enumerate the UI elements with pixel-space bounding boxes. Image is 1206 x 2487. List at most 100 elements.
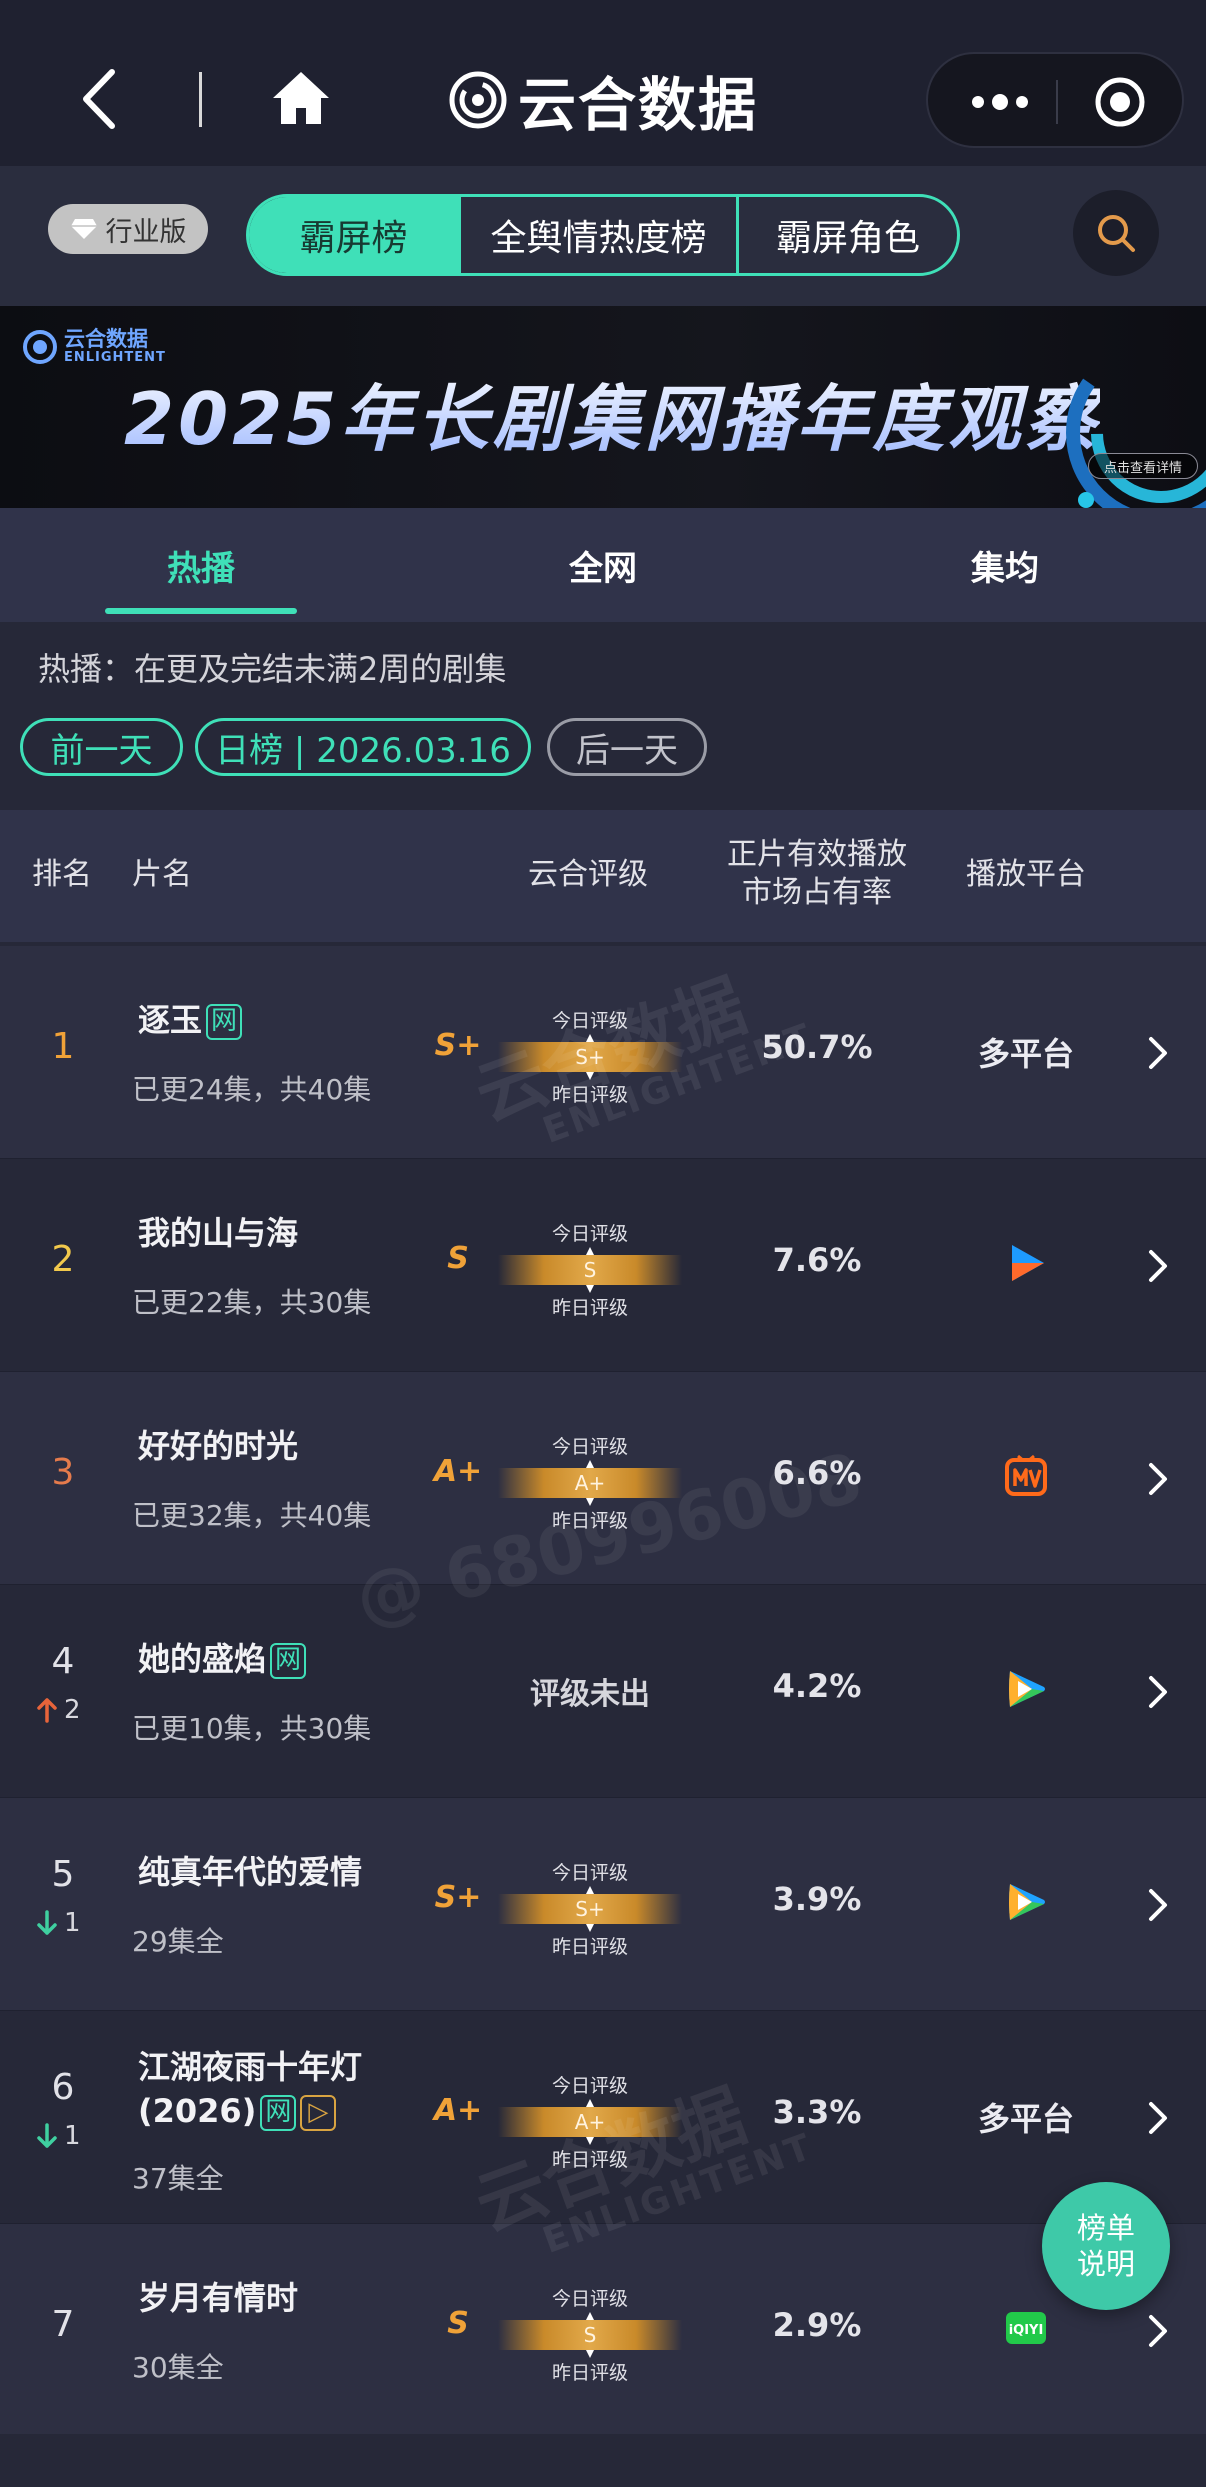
chevron-right-icon[interactable] xyxy=(1146,1886,1170,1924)
table-row[interactable]: 2 我的山与海 已更22集，共30集 S 今日评级 S 昨日评级 7.6% xyxy=(0,1159,1206,1372)
rank-number: 4 xyxy=(51,1641,75,1682)
grade-letter: A+ xyxy=(433,2093,483,2128)
target-circle-icon[interactable] xyxy=(1094,76,1146,128)
show-title-block[interactable]: 好好的时光 xyxy=(138,1424,398,1468)
prev-day-button[interactable]: 前一天 xyxy=(20,718,183,776)
trend-down-icon xyxy=(37,2123,57,2148)
grade-yesterday-label: 昨日评级 xyxy=(551,2149,628,2171)
rank-trend: 2 xyxy=(36,1695,96,1725)
grade-comparison: 今日评级 S+ 昨日评级 xyxy=(498,1006,682,1106)
more-dots-icon[interactable] xyxy=(970,88,1030,116)
platform-cell xyxy=(946,1227,1106,1303)
app-title-group: 云合数据 xyxy=(448,62,758,139)
table-row[interactable]: 6 1 江湖夜雨十年灯(2026) 网 ▷ 37集全 A+ 今日评级 A+ 昨日评级 3.3% 多平台 xyxy=(0,2011,1206,2224)
table-row[interactable]: 7 岁月有情时 30集全 S 今日评级 S 昨日评级 2.9% iQIYI xyxy=(0,2224,1206,2437)
table-row[interactable]: 5 1 纯真年代的爱情 29集全 S+ 今日评级 S+ 昨日评级 3.9% xyxy=(0,1798,1206,2011)
show-title-block[interactable]: 江湖夜雨十年灯(2026) 网 ▷ xyxy=(138,2045,398,2133)
episode-info: 29集全 xyxy=(132,1925,224,1958)
market-share: 6.6% xyxy=(772,1454,862,1492)
grade-bar: S xyxy=(498,1247,682,1293)
show-title-block[interactable]: 她的盛焰网 xyxy=(138,1637,398,1681)
topbar-divider xyxy=(199,72,202,127)
chevron-right-icon[interactable] xyxy=(1146,1460,1170,1498)
grade-letter: S+ xyxy=(434,1880,482,1915)
show-title: 我的山与海 xyxy=(138,1214,299,1252)
chevron-right-icon[interactable] xyxy=(1146,1673,1170,1711)
grade-today-label: 今日评级 xyxy=(551,1223,628,1245)
bottom-edge xyxy=(0,2434,1206,2487)
tencent-video-icon xyxy=(1004,1880,1048,1928)
table-row[interactable]: 1 逐玉网已更24集，共40集 S+ 今日评级 S+ 昨日评级 50.7% 多平台 xyxy=(0,946,1206,1159)
tab-per-episode[interactable]: 集均 xyxy=(804,508,1206,622)
show-title-block[interactable]: 岁月有情时 xyxy=(138,2276,398,2320)
show-title-block[interactable]: 纯真年代的爱情 xyxy=(138,1850,398,1894)
tab-active-indicator xyxy=(105,608,297,614)
trend-down-icon xyxy=(37,1910,57,1935)
grade-letter: S xyxy=(447,2306,469,2341)
search-icon xyxy=(1098,215,1135,252)
platform-label: 多平台 xyxy=(977,1035,1074,1073)
grade-comparison: 今日评级 S 昨日评级 xyxy=(498,2284,682,2384)
date-selector[interactable]: 日榜 | 2026.03.16 xyxy=(195,718,531,776)
banner-logo-icon xyxy=(23,329,57,364)
rank-change: 1 xyxy=(64,2121,81,2151)
mango-tv-icon xyxy=(1004,1454,1048,1502)
header-share-line1: 正片有效播放 xyxy=(727,837,907,872)
iqiyi-icon: iQIYI xyxy=(1004,2306,1048,2354)
platform-cell xyxy=(946,1653,1106,1729)
table-row[interactable]: 4 2 她的盛焰网已更10集，共30集 评级未出 4.2% xyxy=(0,1585,1206,1798)
search-button[interactable] xyxy=(1073,190,1159,276)
rank-trend: 1 xyxy=(36,2121,96,2151)
tab-all-network[interactable]: 全网 xyxy=(402,508,804,622)
list-explanation-button[interactable]: 榜单 说明 xyxy=(1042,2182,1170,2310)
chevron-right-icon[interactable] xyxy=(1146,1034,1170,1072)
grade-bar: A+ xyxy=(498,2099,682,2145)
web-drama-tag: 网 xyxy=(260,2095,297,2131)
grade-today-label: 今日评级 xyxy=(551,1010,628,1032)
grade-today-label: 今日评级 xyxy=(551,1436,628,1458)
next-day-button[interactable]: 后一天 xyxy=(547,718,707,776)
rank-number: 2 xyxy=(51,1239,75,1280)
banner-cta[interactable]: 点击查看详情 xyxy=(1088,453,1198,479)
list-explanation-line2: 说明 xyxy=(1076,2247,1135,2281)
grade-comparison: 今日评级 A+ 昨日评级 xyxy=(498,1432,682,1532)
home-button[interactable] xyxy=(270,68,332,128)
rank-number: 6 xyxy=(51,2067,75,2108)
filter-row: 行业版 霸屏榜 全舆情热度榜 霸屏角色 xyxy=(0,166,1206,306)
segment-bapingbang[interactable]: 霸屏榜 xyxy=(249,197,461,273)
grade-today-label: 今日评级 xyxy=(551,1862,628,1884)
web-drama-tag: 网 xyxy=(270,1643,307,1679)
market-share: 50.7% xyxy=(761,1028,873,1066)
annual-report-banner[interactable]: 云合数据 ENLIGHTENT 2025年长剧集网播年度观察 点击查看详情 xyxy=(0,306,1206,508)
tab-hot[interactable]: 热播 xyxy=(0,508,402,622)
svg-text:iQIYI: iQIYI xyxy=(1009,2323,1044,2338)
episode-info: 已更32集，共40集 xyxy=(132,1499,372,1532)
grade-today-label: 今日评级 xyxy=(551,2288,628,2310)
ranking-list: 1 逐玉网已更24集，共40集 S+ 今日评级 S+ 昨日评级 50.7% 多平台 2 我的山与海… xyxy=(0,946,1206,2437)
table-row[interactable]: 3 好好的时光 已更32集，共40集 A+ 今日评级 A+ 昨日评级 6.6% xyxy=(0,1372,1206,1585)
table-header: 排名 片名 云合评级 正片有效播放 市场占有率 播放平台 xyxy=(0,810,1206,942)
segment-sentiment-heat[interactable]: 全舆情热度榜 xyxy=(461,197,739,273)
chevron-right-icon[interactable] xyxy=(1146,2099,1170,2137)
show-title: 她的盛焰 xyxy=(138,1640,267,1678)
grade-yesterday-label: 昨日评级 xyxy=(551,1084,628,1106)
episode-info: 30集全 xyxy=(132,2351,224,2384)
show-title-block[interactable]: 我的山与海 xyxy=(138,1211,398,1255)
chevron-right-icon[interactable] xyxy=(1146,1247,1170,1285)
back-button[interactable] xyxy=(70,62,130,137)
diamond-icon xyxy=(70,219,97,239)
grade-pending: 评级未出 xyxy=(530,1677,650,1712)
header-share-line2: 市场占有率 xyxy=(742,875,892,910)
header-share: 正片有效播放 市场占有率 xyxy=(712,836,922,912)
grade-letter: A+ xyxy=(433,1454,483,1489)
banner-logo-text: 云合数据 xyxy=(64,327,148,351)
banner-ring-graphic xyxy=(1066,338,1206,508)
market-share: 3.9% xyxy=(772,1880,862,1918)
chevron-right-icon[interactable] xyxy=(1146,2312,1170,2350)
grade-bar: S+ xyxy=(498,1034,682,1080)
segment-character[interactable]: 霸屏角色 xyxy=(739,197,957,273)
rank-number: 1 xyxy=(51,1026,75,1067)
edition-badge[interactable]: 行业版 xyxy=(48,204,208,254)
list-explanation-line1: 榜单 xyxy=(1076,2211,1135,2245)
show-title-block[interactable]: 逐玉网 xyxy=(138,998,398,1042)
